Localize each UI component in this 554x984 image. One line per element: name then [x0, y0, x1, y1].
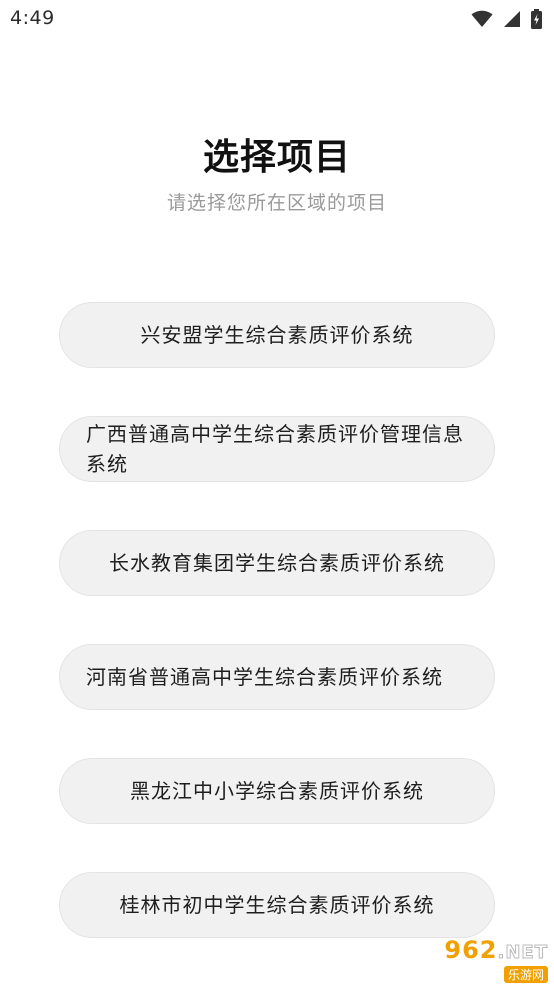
page-title: 选择项目 — [202, 137, 351, 178]
watermark-suffix: .NET — [497, 942, 548, 964]
project-label: 广西普通高中学生综合素质评价管理信息系统 — [86, 422, 464, 476]
watermark-text: 962.NET — [444, 938, 548, 965]
project-button-changshui[interactable]: 长水教育集团学生综合素质评价系统 — [59, 530, 495, 596]
watermark-caption: 乐游网 — [503, 966, 548, 983]
project-button-heilongjiang[interactable]: 黑龙江中小学综合素质评价系统 — [59, 758, 495, 824]
project-label: 长水教育集团学生综合素质评价系统 — [109, 551, 445, 575]
status-bar: 4:49 — [0, 0, 554, 38]
page-subtitle: 请选择您所在区域的项目 — [166, 192, 387, 214]
project-label: 黑龙江中小学综合素质评价系统 — [130, 779, 424, 803]
signal-icon — [503, 10, 521, 28]
project-label: 河南省普通高中学生综合素质评价系统 — [86, 665, 443, 689]
project-select-screen: 4:49 选择项目 请选择您所在区域的项目 兴安盟学生综合素质评价系统 广西普通… — [0, 0, 554, 984]
project-button-henan[interactable]: 河南省普通高中学生综合素质评价系统 — [59, 644, 495, 710]
status-time: 4:49 — [10, 7, 55, 29]
project-label: 桂林市初中学生综合素质评价系统 — [119, 893, 435, 917]
project-button-guilin[interactable]: 桂林市初中学生综合素质评价系统 — [59, 872, 495, 938]
project-list: 兴安盟学生综合素质评价系统 广西普通高中学生综合素质评价管理信息系统 长水教育集… — [59, 302, 495, 984]
watermark-logo: 962.NET 乐游网 — [408, 938, 548, 983]
battery-charging-icon — [531, 9, 542, 29]
project-button-xinganmeng[interactable]: 兴安盟学生综合素质评价系统 — [59, 302, 495, 368]
wifi-icon — [471, 10, 493, 28]
status-icons — [471, 8, 542, 30]
watermark-main: 962 — [444, 936, 498, 964]
project-button-guangxi[interactable]: 广西普通高中学生综合素质评价管理信息系统 — [59, 416, 495, 482]
project-label: 兴安盟学生综合素质评价系统 — [140, 323, 414, 347]
